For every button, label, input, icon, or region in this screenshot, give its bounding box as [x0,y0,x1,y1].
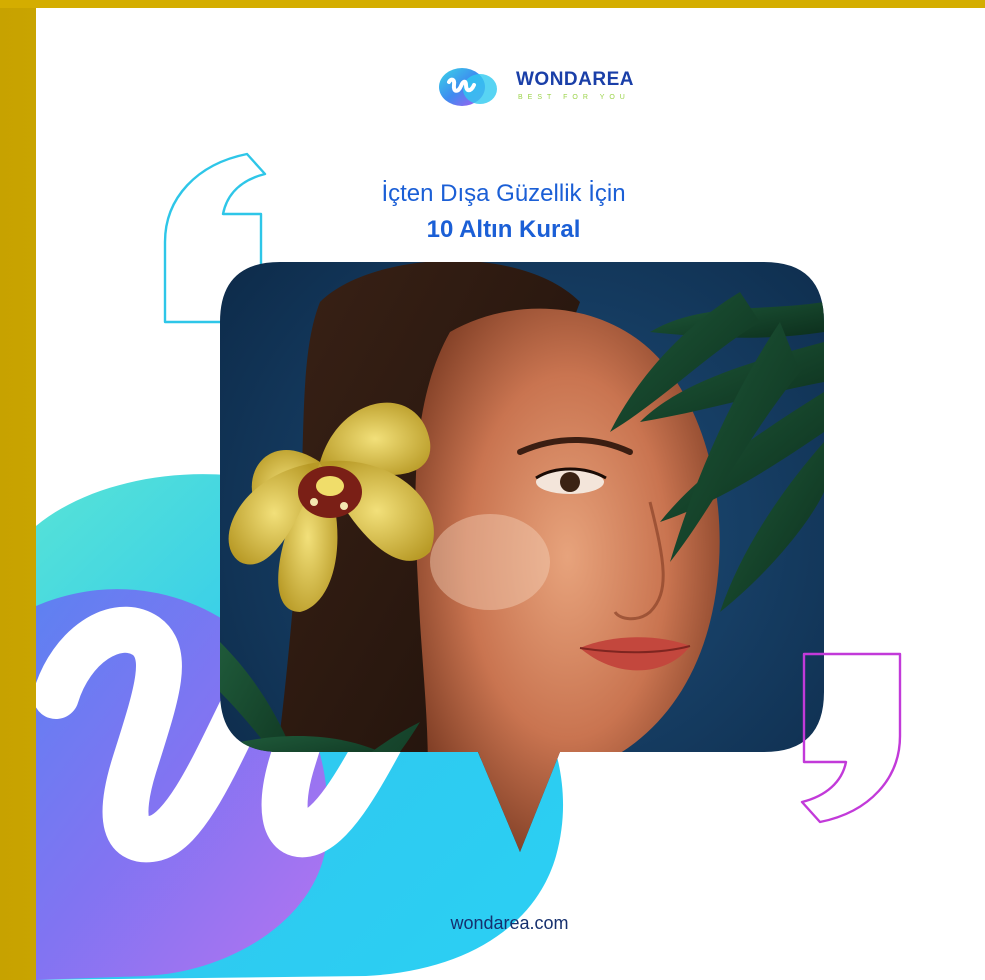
wondarea-w-logo-icon [439,68,497,106]
brand-tagline: BEST FOR YOU [518,94,630,101]
post-card: WONDAREA BEST FOR YOU İçten Dışa Güzelli… [36,8,985,980]
woman-with-orchid-photo [220,262,824,852]
brand-name: WONDAREA [516,69,634,90]
close-quote-icon [800,652,902,824]
website-url[interactable]: wondarea.com [36,913,984,934]
brand-logo: WONDAREA BEST FOR YOU [436,61,686,109]
frame-top-border [0,0,985,8]
